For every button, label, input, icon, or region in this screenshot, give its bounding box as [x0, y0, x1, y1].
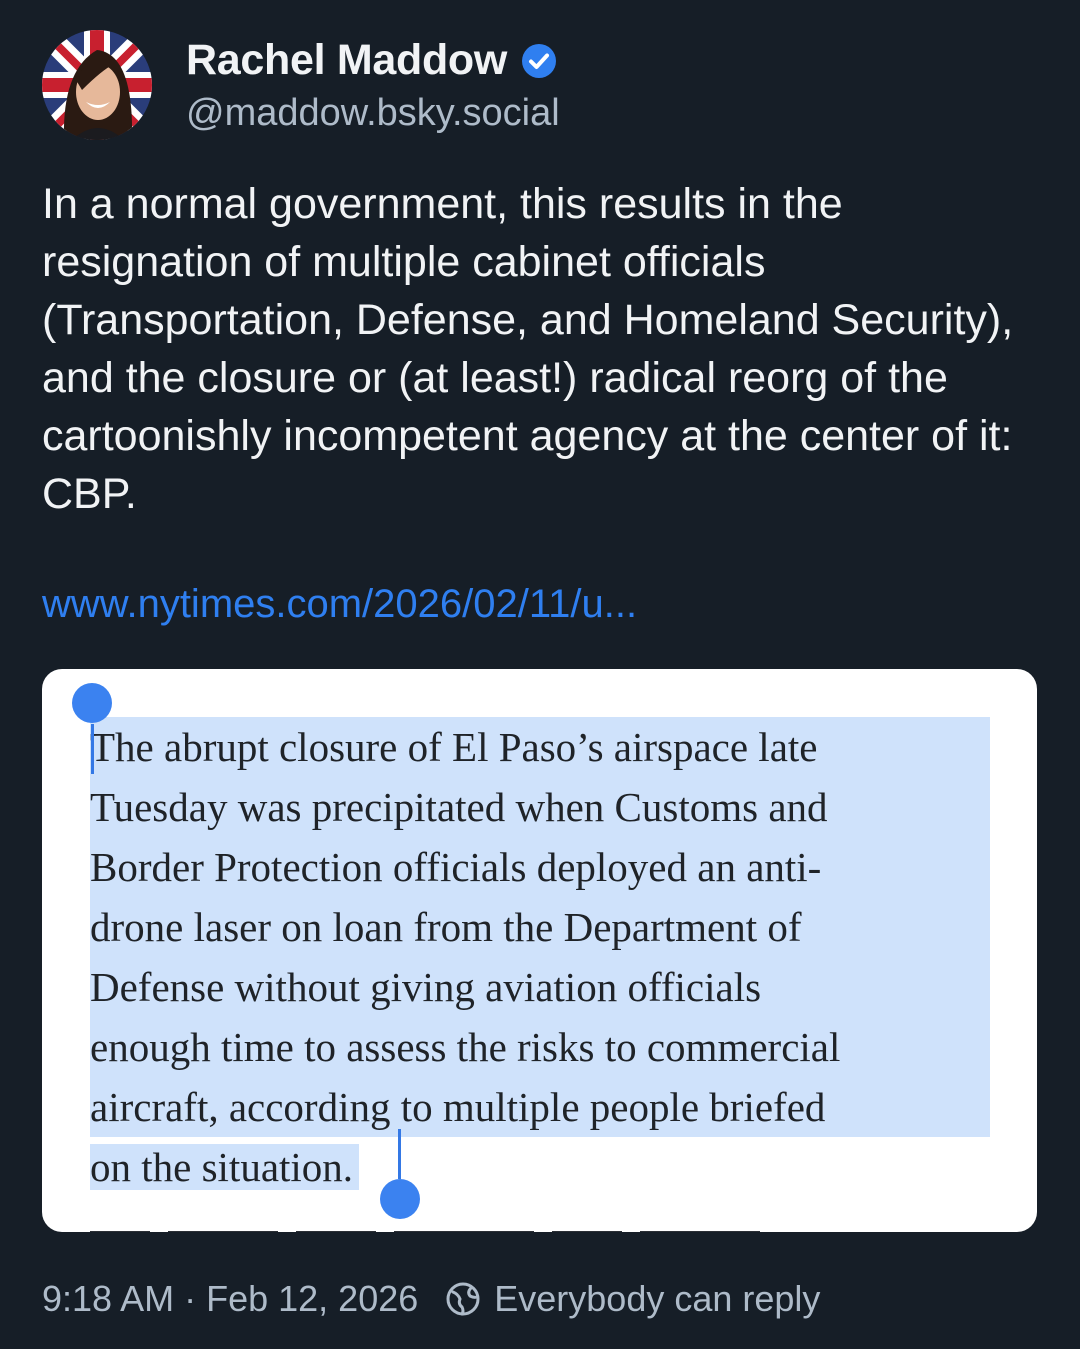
quote-line: drone laser on loan from the Department …: [90, 897, 990, 957]
quote-line: Border Protection officials deployed an …: [90, 837, 990, 897]
author-display-name[interactable]: Rachel Maddow: [186, 36, 507, 85]
post-time: 9:18 AM: [42, 1278, 175, 1319]
author-name-row[interactable]: Rachel Maddow: [186, 36, 557, 85]
selection-end-handle[interactable]: [380, 1179, 420, 1219]
quote-line: Tuesday was precipitated when Customs an…: [90, 777, 990, 837]
cropped-next-line: [90, 1219, 850, 1232]
post-meta: 9:18 AM · Feb 12, 2026 Everybody can rep…: [42, 1278, 820, 1320]
verified-badge-icon: [522, 43, 557, 78]
reply-setting[interactable]: Everybody can reply: [494, 1278, 820, 1320]
author-handle[interactable]: @maddow.bsky.social: [186, 92, 560, 135]
selection-start-handle[interactable]: [72, 683, 112, 723]
quote-line: on the situation.: [90, 1137, 990, 1197]
post-link[interactable]: www.nytimes.com/2026/02/11/u...: [42, 582, 637, 627]
quote-line: The abrupt closure of El Paso’s airspace…: [90, 717, 990, 777]
selected-text-block: The abrupt closure of El Paso’s airspace…: [90, 717, 990, 1190]
quote-line: aircraft, according to multiple people b…: [90, 1077, 990, 1137]
quote-line: enough time to assess the risks to comme…: [90, 1017, 990, 1077]
selection-start-caret: [91, 724, 94, 774]
avatar-image: [42, 30, 152, 140]
post-text: In a normal government, this results in …: [42, 180, 1014, 518]
quote-line: Defense without giving aviation official…: [90, 957, 990, 1017]
selection-end-caret: [398, 1129, 401, 1179]
meta-separator: ·: [184, 1278, 197, 1319]
post-date: Feb 12, 2026: [206, 1278, 419, 1319]
globe-icon: [446, 1282, 480, 1316]
quote-image[interactable]: The abrupt closure of El Paso’s airspace…: [42, 669, 1037, 1232]
avatar[interactable]: [42, 30, 152, 140]
